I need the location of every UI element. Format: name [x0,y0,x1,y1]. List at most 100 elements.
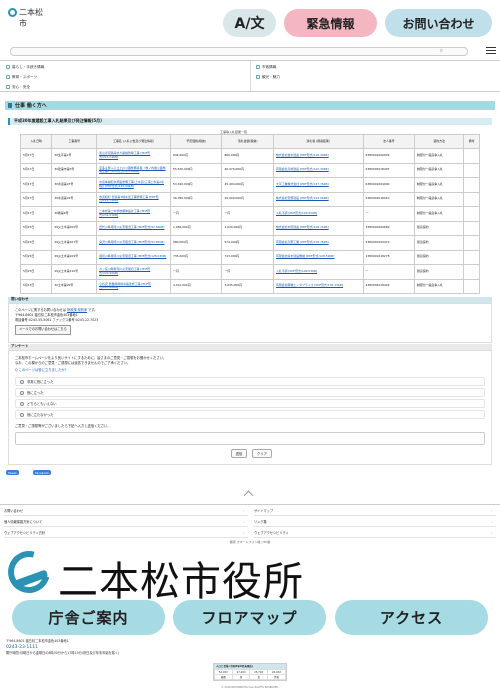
nav-item-city[interactable]: 市政情報 [256,62,276,72]
table-cell: 6380001004000 [362,177,415,193]
results-table: 入札日時 工事番号 工事名 (入札公告及び発注情報) 予定価格(税抜) 落札金額(税抜)… [19,134,480,294]
nav-item-education[interactable]: 教育・スポーツ [6,72,37,82]
project-link[interactable]: ホッ宮川準用河川災害復旧工事 [PDF形式/220.56KB] [96,264,171,280]
table-cell: 3,645,000円 [221,278,274,294]
table-cell: 974,000円 [221,235,274,251]
radio-icon [20,379,24,384]
building-guide-button[interactable]: 庁舎ご案内 [12,600,165,635]
page-title-bar: 仕事 働く方へ [5,101,495,110]
contact-button[interactable]: お問い合わせ [385,9,492,37]
table-row: 5月17日 30建第市第3号 宇多々豊ふるさと川公園整備基盤（牧ノ内通公園整備工事）… [19,162,480,178]
table-row: 5月17日 30教第6号 二本松第二中学校解体設計工事 [PDF形式/231.51K… [19,206,480,222]
footer-link-sitemap[interactable]: サイトマップ › [254,506,496,516]
mail-inquiry-button[interactable]: メールでのお問い合わせはこちら [15,325,71,335]
table-cell: 制限付一般競争入札 [413,177,465,193]
table-header-cell: 工事名 (入札公告及び発注情報) [96,134,171,149]
bidder-link[interactable]: 有限会社藤橋エンタプライズ [PDF形式/135.13KB] [272,278,364,294]
table-header-cell: 入札日時 [19,134,53,149]
section-title-bar: 平成30年度建設工事入札結果及び発注情報(5月) [8,118,492,125]
project-link[interactable]: 市道和町 管道第3線水道工事整備工事 [PDF形式/211.79KB] [96,191,171,207]
floor-map-button[interactable]: フロアマップ [173,600,326,635]
survey-submit-button[interactable]: 送信 [231,449,247,458]
project-link[interactable]: 鬼沢川準用河川災害復旧工事 [PDF形式/93.87KB] [96,235,171,251]
table-cell: 29災土木第205号 [51,220,98,236]
site-logo[interactable]: 二本松市 [8,7,48,28]
project-link[interactable]: 小谷沢 農業用用排水路改修工事 [PDF形式/225.98KB] [96,278,171,294]
city-mark-icon [8,8,17,17]
table-cell: 30教第6号 [51,206,98,222]
survey-box: 二本松市ホームページをより良いサイトにするために、皆さまのご意見・ご感想をお聞か… [8,350,492,465]
nav-item-safety[interactable]: 安心・安全 [6,82,30,92]
table-cell [463,235,480,251]
logo-text: 二本松市 [19,8,43,28]
nav-item-tourism[interactable]: 観光・魅力 [256,72,280,82]
header: 二本松市 A/文 緊急情報 お問い合わせ [0,0,500,44]
survey-option-4[interactable]: 役に立たなかった [15,410,485,419]
bidder-link[interactable]: 株式会社岩水建設 [PDF形式/110.40KB] [272,148,364,164]
footer-link-contact[interactable]: お問い合わせ › [4,506,248,516]
table-cell: 30生平第1号 [51,148,98,164]
table-cell: 1,020,000円 [221,220,274,236]
project-link[interactable]: 二本松第二中学校解体設計工事 [PDF形式/231.51KB] [96,206,171,222]
table-cell: 5380001009470 [362,235,415,251]
page-top-icon[interactable] [243,488,255,501]
table-cell: 45,400,000円 [221,177,274,193]
footer-link-accessibility[interactable]: ウェブアクセシビリティ › [254,528,496,538]
table-cell: 一円 [169,264,223,280]
hamburger-menu-icon[interactable] [485,45,497,57]
access-button[interactable]: アクセス [335,600,488,635]
table-row: 5月17日 30生平第1号 渡山手足路海水大路線防除工事 [PDF形式/216.74… [19,148,480,164]
project-link[interactable]: 田代川準用河川災害復旧工事 [PDF形式/92.59KB] [96,220,171,236]
page: 二本松市 A/文 緊急情報 お問い合わせ ⌕ 暮らし・手続き情報 市政情報 教育… [0,0,500,693]
project-link[interactable]: 渡山手足路海水大路線防除工事 [PDF形式/216.74KB] [96,148,171,164]
survey-comment-textarea[interactable] [15,432,485,445]
tweet-button[interactable]: Tweet [6,470,19,475]
table-cell: 4,312,000円 [169,278,223,294]
emergency-button[interactable]: 緊急情報 [284,9,377,37]
footer-link-accessibility-policy[interactable]: ウェブアクセシビリティ方針 › [4,528,248,538]
project-link[interactable]: 堀切川準用河川災害復旧工事 [PDF形式/128.03KB] [96,249,171,265]
table-cell [463,220,480,236]
table-cell: 800,000円 [221,148,274,164]
city-emblem-icon [0,543,58,601]
table-header-cell: 法人番号 [362,134,415,149]
shield-icon [6,85,10,89]
bidder-link[interactable]: 大平工業株式会社 [PDF形式/137.76KB] [272,177,364,193]
bidder-link[interactable]: 株式会社水原建設 [PDF形式/126.74KB] [272,220,364,236]
bidder-link[interactable]: 有限会社高野工業 [PDF形式/128.76KB] [272,235,364,251]
page-title: 仕事 働く方へ [15,103,47,109]
table-cell: 723,000円 [221,249,274,265]
survey-option-2[interactable]: 役に立った [15,388,485,397]
table-cell: 6380001000009 [362,148,415,164]
table-cell: 5380002018497 [362,162,415,178]
survey-option-3[interactable]: どちらともいえない [15,399,485,408]
table-header-cell: 契約方法 [413,134,465,149]
table-cell: 5月23日 [19,264,53,280]
bidder-link[interactable]: 入札不調 [PDF形式/109.53KB] [272,264,364,280]
facebook-share-button[interactable]: Facebook [33,470,52,475]
nav-item-living[interactable]: 暮らし・手続き情報 [6,62,44,72]
footer-link-privacy[interactable]: 個人情報保護方針について › [4,517,248,527]
language-button[interactable]: A/文 [223,9,276,37]
search-input[interactable]: ⌕ [10,47,468,56]
bidder-link[interactable]: 有限会社鈴木建設機械 [PDF形式/128.59KB] [272,249,364,265]
project-link[interactable]: 水道本線配水施設整備工事(上水道(三浦上水第2水線)) [PDF形式/125.5… [96,177,171,193]
footer-link-links[interactable]: リンク集 › [254,517,496,527]
table-cell: 5380002018910 [362,191,415,207]
bidder-link[interactable]: 株式会社安部建設 [PDF形式/134.90KB] [272,191,364,207]
department-link[interactable]: 財政課 契約係 [67,308,87,312]
project-link[interactable]: 宇多々豊ふるさと川公園整備基盤（牧ノ内通公園整備工事）[PDF形式/225.56… [96,162,171,178]
table-cell: 一 [362,264,415,280]
bidder-link[interactable]: 入札不調 [PDF形式/109.65KB] [272,206,364,222]
search-icon[interactable]: ⌕ [440,47,443,55]
table-header-cell: 備考 [463,134,480,149]
table-cell: 一円 [221,206,274,222]
table-row: 5月23日 29災土木第110号 ホッ宮川準用河川災害復旧工事 [PDF形式/220… [19,264,480,280]
radio-icon [20,401,24,406]
table-cell: 30土木第29号 [51,278,98,294]
survey-clear-button[interactable]: クリア [252,449,272,458]
survey-option-1[interactable]: 非常に役に立った [15,377,485,386]
view-mode-links[interactable]: 検索 スマートフォン版 | PC版 [0,540,500,544]
bidder-link[interactable]: 有限会社高峰建設 [PDF形式/142.30KB] [272,162,364,178]
table-cell: 1,050,000円 [169,220,223,236]
